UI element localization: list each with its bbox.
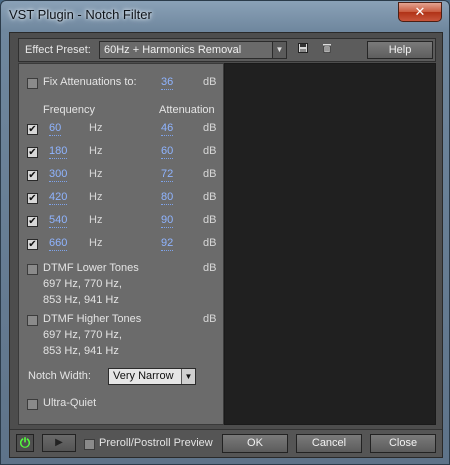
close-icon: ✕ xyxy=(414,4,426,19)
notch-enable-checkbox[interactable]: ✔ xyxy=(27,170,38,181)
notch-enable-checkbox[interactable]: ✔ xyxy=(27,216,38,227)
notch-frequency[interactable]: 180 xyxy=(49,145,68,159)
attenuation-unit: dB xyxy=(203,191,217,203)
dtmf-lower-label: DTMF Lower Tones xyxy=(43,262,139,274)
dtmf-higher-label: DTMF Higher Tones xyxy=(43,313,142,325)
attenuation-unit: dB xyxy=(203,214,217,226)
chevron-down-icon: ▼ xyxy=(272,42,286,58)
help-button[interactable]: Help xyxy=(367,41,433,59)
notch-enable-checkbox[interactable]: ✔ xyxy=(27,124,38,135)
frequency-unit: Hz xyxy=(89,168,103,180)
dtmf-higher-tones-line-1: 697 Hz, 770 Hz, xyxy=(43,329,122,341)
fix-attenuation-value[interactable]: 36 xyxy=(161,76,174,90)
dtmf-lower-checkbox[interactable] xyxy=(27,264,38,275)
notch-enable-checkbox[interactable]: ✔ xyxy=(27,147,38,158)
notch-frequency[interactable]: 420 xyxy=(49,191,68,205)
notch-frequency[interactable]: 540 xyxy=(49,214,68,228)
frequency-unit: Hz xyxy=(89,214,103,226)
dtmf-lower-tones-line-2: 853 Hz, 941 Hz xyxy=(43,294,119,306)
notch-width-label: Notch Width: xyxy=(28,370,91,382)
preroll-postroll-checkbox[interactable] xyxy=(84,439,95,450)
notch-attenuation[interactable]: 92 xyxy=(161,237,174,251)
client-area: Effect Preset: 60Hz + Harmonics Removal … xyxy=(9,32,443,458)
dtmf-higher-checkbox[interactable] xyxy=(27,315,38,326)
notch-enable-checkbox[interactable]: ✔ xyxy=(27,193,38,204)
fix-attenuation-label: Fix Attenuations to: xyxy=(43,76,137,88)
trash-icon[interactable] xyxy=(321,43,333,55)
title-bar[interactable]: VST Plugin - Notch Filter ✕ xyxy=(1,1,449,31)
attenuation-header: Attenuation xyxy=(159,104,215,116)
preset-value: 60Hz + Harmonics Removal xyxy=(104,44,242,56)
play-icon: ▶ xyxy=(55,437,63,448)
ok-button[interactable]: OK xyxy=(222,434,288,453)
dtmf-higher-unit: dB xyxy=(203,313,217,325)
notch-frequency[interactable]: 300 xyxy=(49,168,68,182)
attenuation-unit: dB xyxy=(203,145,217,157)
frequency-display-area xyxy=(224,63,436,425)
notch-frequency[interactable]: 660 xyxy=(49,237,68,251)
fix-attenuation-unit: dB xyxy=(203,76,217,88)
notch-attenuation[interactable]: 72 xyxy=(161,168,174,182)
dtmf-lower-unit: dB xyxy=(203,262,217,274)
frequency-unit: Hz xyxy=(89,122,103,134)
dtmf-lower-tones-line-1: 697 Hz, 770 Hz, xyxy=(43,278,122,290)
close-button[interactable]: Close xyxy=(370,434,436,453)
notch-width-value: Very Narrow xyxy=(113,370,174,382)
frequency-unit: Hz xyxy=(89,191,103,203)
attenuation-unit: dB xyxy=(203,122,217,134)
frequency-unit: Hz xyxy=(89,145,103,157)
fix-attenuation-checkbox[interactable] xyxy=(27,78,38,89)
preview-play-button[interactable]: ▶ xyxy=(42,434,76,452)
window-title: VST Plugin - Notch Filter xyxy=(9,7,152,22)
notch-attenuation[interactable]: 90 xyxy=(161,214,174,228)
power-toggle-button[interactable]: ⏻ xyxy=(16,434,34,452)
preroll-postroll-label: Preroll/Postroll Preview xyxy=(99,437,213,449)
bottom-bar: ⏻ ▶ Preroll/Postroll Preview OK Cancel C… xyxy=(10,429,442,457)
frequency-header: Frequency xyxy=(43,104,95,116)
frequency-unit: Hz xyxy=(89,237,103,249)
ultra-quiet-checkbox[interactable] xyxy=(27,399,38,410)
notch-frequency[interactable]: 60 xyxy=(49,122,62,136)
dtmf-higher-tones-line-2: 853 Hz, 941 Hz xyxy=(43,345,119,357)
floppy-icon[interactable] xyxy=(297,43,309,55)
preset-bar: Effect Preset: 60Hz + Harmonics Removal … xyxy=(18,38,436,62)
preset-label: Effect Preset: xyxy=(25,44,91,56)
notch-attenuation[interactable]: 60 xyxy=(161,145,174,159)
preset-dropdown[interactable]: 60Hz + Harmonics Removal ▼ xyxy=(99,41,287,59)
attenuation-unit: dB xyxy=(203,168,217,180)
ultra-quiet-label: Ultra-Quiet xyxy=(43,397,97,409)
notch-attenuation[interactable]: 80 xyxy=(161,191,174,205)
power-icon: ⏻ xyxy=(19,435,31,450)
notch-attenuation[interactable]: 46 xyxy=(161,122,174,136)
window-close-button[interactable]: ✕ xyxy=(398,2,442,22)
chevron-down-icon: ▼ xyxy=(181,369,195,384)
settings-panel: Fix Attenuations to: 36 dB Frequency Att… xyxy=(18,63,224,425)
notch-enable-checkbox[interactable]: ✔ xyxy=(27,239,38,250)
attenuation-unit: dB xyxy=(203,237,217,249)
notch-width-dropdown[interactable]: Very Narrow ▼ xyxy=(108,368,196,385)
plugin-window: VST Plugin - Notch Filter ✕ Effect Prese… xyxy=(0,0,450,465)
cancel-button[interactable]: Cancel xyxy=(296,434,362,453)
